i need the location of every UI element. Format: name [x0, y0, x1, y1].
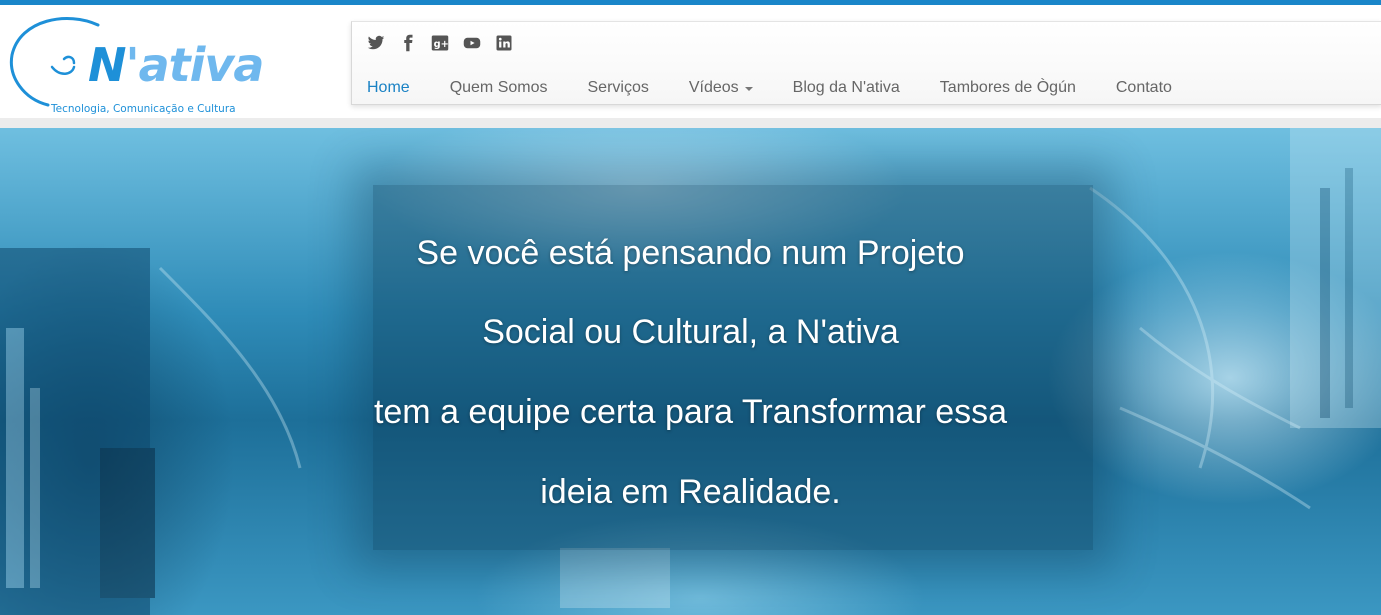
nav-item-home[interactable]: Home — [367, 78, 410, 98]
nav-item-videos-label: Vídeos — [688, 79, 739, 96]
twitter-icon[interactable] — [367, 34, 385, 52]
youtube-icon[interactable] — [463, 34, 481, 52]
logo-wordmark: N'ativa — [88, 38, 265, 92]
hero-banner: Se você está pensando num Projeto Social… — [0, 128, 1381, 615]
social-links: g+ — [367, 34, 513, 52]
logo-wordmark-rest: 'ativa — [125, 38, 265, 92]
logo-tagline: Tecnologia, Comunicação e Cultura — [51, 103, 236, 115]
google-plus-icon[interactable]: g+ — [431, 34, 449, 52]
logo-initial: N — [88, 38, 126, 92]
linkedin-icon[interactable] — [495, 34, 513, 52]
svg-text:g+: g+ — [434, 39, 449, 50]
hero-line-1: Se você está pensando num Projeto — [416, 234, 965, 272]
nav-item-contato[interactable]: Contato — [1116, 78, 1172, 98]
facebook-icon[interactable] — [399, 34, 417, 52]
chevron-down-icon — [744, 86, 753, 91]
nav-item-servicos[interactable]: Serviços — [588, 78, 649, 98]
hero-line-4: ideia em Realidade. — [540, 473, 841, 511]
hero-line-3: tem a equipe certa para Transformar essa — [373, 393, 1008, 431]
nav-item-tambores[interactable]: Tambores de Ògún — [940, 78, 1076, 98]
nav-item-videos[interactable]: Vídeos — [689, 78, 753, 98]
main-menu: Home Quem Somos Serviços Vídeos Blog da … — [367, 78, 1212, 98]
hero-line-2: Social ou Cultural, a N'ativa — [482, 313, 899, 351]
navigation-panel: g+ Home Quem Somos Serviços Vídeos Blog … — [351, 21, 1381, 105]
site-header: N'ativa Tecnologia, Comunicação e Cultur… — [0, 5, 1381, 118]
site-logo[interactable]: N'ativa Tecnologia, Comunicação e Cultur… — [8, 13, 264, 117]
header-divider — [0, 118, 1381, 128]
nav-item-quem-somos[interactable]: Quem Somos — [450, 78, 548, 98]
nav-item-blog[interactable]: Blog da N'ativa — [793, 78, 900, 98]
